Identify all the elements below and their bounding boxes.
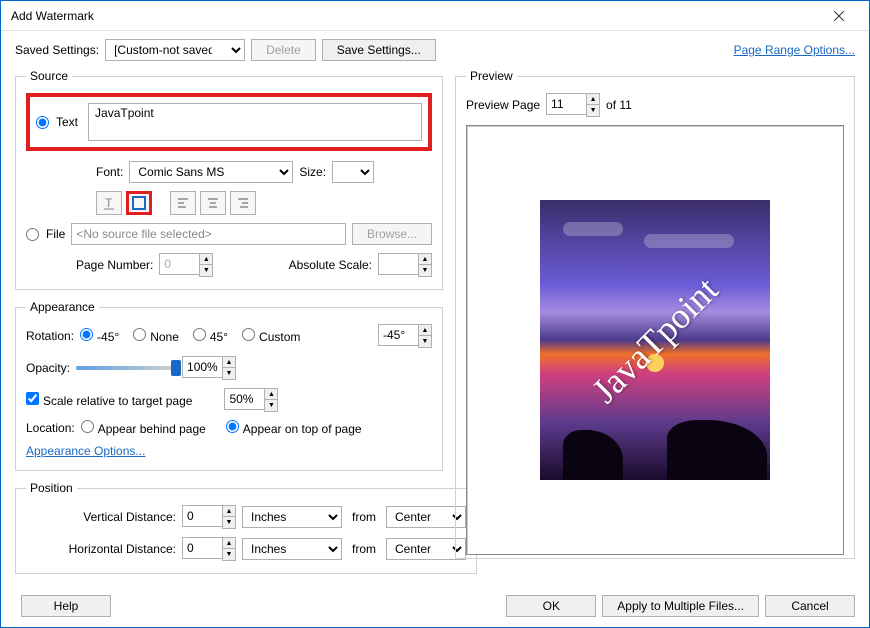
hdist-label: Horizontal Distance:	[66, 542, 176, 556]
hdist-unit-select[interactable]: Inches	[242, 538, 342, 560]
font-select[interactable]: Comic Sans MS	[129, 161, 293, 183]
align-left-button[interactable]	[170, 191, 196, 215]
slider-thumb-icon	[171, 360, 181, 376]
align-right-icon	[236, 196, 250, 210]
opacity-slider[interactable]	[76, 366, 176, 370]
preview-surface: JavaTpoint	[466, 125, 844, 555]
svg-text:T: T	[105, 196, 113, 210]
window-title: Add Watermark	[11, 9, 819, 23]
position-group: Position Vertical Distance: ▲▼ Inches fr…	[15, 481, 477, 574]
hdist-stepper[interactable]: ▲▼	[182, 537, 236, 561]
appearance-options-link[interactable]: Appearance Options...	[26, 444, 145, 458]
cancel-button[interactable]: Cancel	[765, 595, 855, 617]
location-behind-radio[interactable]	[81, 420, 94, 433]
underline-icon-button[interactable]: T	[96, 191, 122, 215]
footer-bar: Help OK Apply to Multiple Files... Cance…	[1, 595, 869, 617]
rotation-m45-radio[interactable]	[80, 328, 93, 341]
vdist-stepper[interactable]: ▲▼	[182, 505, 236, 529]
hdist-from-select[interactable]: Center	[386, 538, 466, 560]
delete-button: Delete	[251, 39, 316, 61]
browse-button: Browse...	[352, 223, 432, 245]
rotation-none-radio[interactable]	[133, 328, 146, 341]
saved-settings-select[interactable]: [Custom-not saved]	[105, 39, 245, 61]
preview-page: JavaTpoint	[515, 190, 795, 490]
preview-legend: Preview	[466, 69, 517, 83]
font-label: Font:	[96, 165, 123, 179]
text-radio[interactable]	[36, 116, 49, 129]
file-path-input[interactable]	[71, 223, 346, 245]
close-icon	[834, 11, 844, 21]
close-button[interactable]	[819, 2, 859, 30]
appearance-group: Appearance Rotation: -45° None 45° Custo…	[15, 300, 443, 471]
watermark-text-input[interactable]: JavaTpoint	[88, 103, 422, 141]
title-bar: Add Watermark	[1, 1, 869, 31]
scale-stepper[interactable]: ▲▼	[224, 388, 278, 412]
location-label: Location:	[26, 421, 75, 435]
rotation-label: Rotation:	[26, 329, 74, 343]
location-top-radio[interactable]	[226, 420, 239, 433]
absolute-scale-label: Absolute Scale:	[289, 258, 372, 272]
size-label: Size:	[299, 165, 326, 179]
align-left-icon	[176, 196, 190, 210]
down-arrow-icon: ▼	[200, 265, 212, 276]
save-settings-button[interactable]: Save Settings...	[322, 39, 436, 61]
size-select[interactable]	[332, 161, 374, 183]
underline-icon: T	[102, 196, 116, 210]
position-legend: Position	[26, 481, 77, 495]
preview-page-stepper[interactable]: ▲▼	[546, 93, 600, 117]
opacity-label: Opacity:	[26, 361, 70, 375]
from-label-2: from	[352, 542, 376, 556]
from-label-1: from	[352, 510, 376, 524]
preview-image: JavaTpoint	[540, 200, 770, 480]
page-range-options-link[interactable]: Page Range Options...	[734, 43, 855, 57]
color-icon-button[interactable]	[126, 191, 152, 215]
text-input-highlight: Text JavaTpoint	[26, 93, 432, 151]
rotation-45-radio[interactable]	[193, 328, 206, 341]
preview-of-label: of 11	[606, 98, 632, 112]
apply-multiple-button[interactable]: Apply to Multiple Files...	[602, 595, 759, 617]
align-center-button[interactable]	[200, 191, 226, 215]
up-arrow-icon: ▲	[200, 254, 212, 265]
page-number-label: Page Number:	[76, 258, 153, 272]
watermark-preview-text: JavaTpoint	[584, 269, 727, 412]
align-center-icon	[206, 196, 220, 210]
file-radio-label: File	[46, 227, 65, 241]
absolute-scale-stepper[interactable]: ▲▼	[378, 253, 432, 277]
source-group: Source Text JavaTpoint Font: Comic Sans …	[15, 69, 443, 290]
vdist-unit-select[interactable]: Inches	[242, 506, 342, 528]
saved-settings-label: Saved Settings:	[15, 43, 99, 57]
help-button[interactable]: Help	[21, 595, 111, 617]
rotation-custom-radio[interactable]	[242, 328, 255, 341]
vdist-from-select[interactable]: Center	[386, 506, 466, 528]
page-number-stepper[interactable]: ▲▼	[159, 253, 213, 277]
text-radio-label: Text	[56, 115, 78, 129]
vdist-label: Vertical Distance:	[66, 510, 176, 524]
ok-button[interactable]: OK	[506, 595, 596, 617]
file-radio[interactable]	[26, 228, 39, 241]
preview-page-label: Preview Page	[466, 98, 540, 112]
rotation-value-stepper[interactable]: ▲▼	[378, 324, 432, 348]
preview-group: Preview Preview Page ▲▼ of 11 JavaTpoint	[455, 69, 855, 559]
align-right-button[interactable]	[230, 191, 256, 215]
appearance-legend: Appearance	[26, 300, 99, 314]
source-legend: Source	[26, 69, 72, 83]
opacity-stepper[interactable]: ▲▼	[182, 356, 236, 380]
color-square-icon	[132, 196, 146, 210]
scale-relative-checkbox[interactable]	[26, 392, 39, 405]
